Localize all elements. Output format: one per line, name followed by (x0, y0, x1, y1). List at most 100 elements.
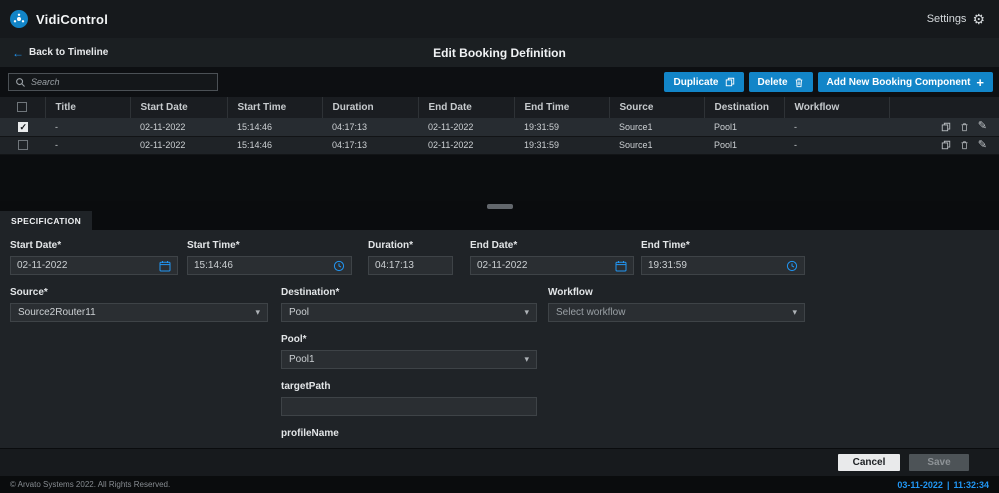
back-to-timeline-link[interactable]: ← Back to Timeline (12, 47, 108, 59)
cell-duration: 04:17:13 (322, 118, 418, 136)
duplicate-label: Duplicate (673, 77, 718, 88)
toolbar: Duplicate Delete Add New Booking Compone… (0, 67, 999, 97)
row-edit-icon[interactable]: ✎ (978, 121, 987, 132)
settings-label: Settings (927, 13, 967, 25)
clock-icon[interactable] (333, 260, 345, 272)
target-path-label: targetPath (281, 381, 537, 393)
table-row[interactable]: - 02-11-2022 15:14:46 04:17:13 02-11-202… (0, 136, 999, 154)
form-actions: Cancel Save (0, 448, 999, 476)
cell-source: Source1 (609, 118, 704, 136)
duplicate-button[interactable]: Duplicate (664, 72, 743, 92)
splitter-handle[interactable] (487, 204, 513, 209)
cell-duration: 04:17:13 (322, 136, 418, 154)
search-input[interactable] (31, 77, 211, 87)
search-box (8, 73, 218, 91)
cell-end-time: 19:31:59 (514, 136, 609, 154)
toolbar-actions: Duplicate Delete Add New Booking Compone… (664, 72, 993, 92)
settings-button[interactable]: Settings ⚙ (927, 12, 985, 26)
target-path-input[interactable] (288, 401, 530, 412)
pool-label: Pool* (281, 334, 537, 346)
start-time-label: Start Time* (187, 240, 352, 252)
table-row[interactable]: - 02-11-2022 15:14:46 04:17:13 02-11-202… (0, 118, 999, 136)
row-trash-icon[interactable] (960, 140, 969, 150)
col-end-date: End Date (418, 97, 514, 118)
plus-icon: + (976, 75, 984, 90)
calendar-icon[interactable] (159, 260, 171, 272)
copyright-text: © Arvato Systems 2022. All Rights Reserv… (10, 480, 170, 489)
app-logo-icon (10, 10, 28, 28)
cell-start-date: 02-11-2022 (130, 118, 227, 136)
gear-icon: ⚙ (972, 12, 985, 26)
copy-icon (725, 77, 735, 87)
end-date-input[interactable] (477, 260, 615, 271)
duration-label: Duration* (368, 240, 453, 252)
delete-button[interactable]: Delete (749, 72, 813, 92)
app-window: VidiControl Settings ⚙ ← Back to Timelin… (0, 0, 999, 493)
chevron-down-icon: ▾ (255, 308, 260, 317)
select-all-checkbox[interactable] (17, 102, 27, 112)
row-checkbox[interactable] (18, 140, 28, 150)
source-value: Source2Router11 (18, 307, 96, 318)
cell-workflow: - (784, 136, 889, 154)
duration-input[interactable] (375, 260, 446, 271)
end-time-input[interactable] (648, 260, 786, 271)
col-start-time: Start Time (227, 97, 322, 118)
cell-destination: Pool1 (704, 118, 784, 136)
start-date-input[interactable] (17, 260, 159, 271)
row-copy-icon[interactable] (941, 140, 951, 150)
table-header-row: Title Start Date Start Time Duration End… (0, 97, 999, 118)
col-source: Source (609, 97, 704, 118)
start-time-input[interactable] (194, 260, 333, 271)
trash-icon (794, 77, 804, 88)
chevron-down-icon: ▾ (524, 355, 529, 364)
destination-label: Destination* (281, 287, 537, 299)
workflow-value: Select workflow (556, 307, 625, 318)
save-button[interactable]: Save (909, 454, 969, 471)
topbar: VidiControl Settings ⚙ (0, 0, 999, 38)
search-icon (15, 77, 26, 88)
calendar-icon[interactable] (615, 260, 627, 272)
cell-title: - (45, 118, 130, 136)
destination-value: Pool (289, 307, 309, 318)
row-edit-icon[interactable]: ✎ (978, 140, 987, 151)
booking-table-area: Title Start Date Start Time Duration End… (0, 97, 999, 201)
delete-label: Delete (758, 77, 788, 88)
pool-dropdown[interactable]: Pool1 ▾ (281, 350, 537, 369)
row-copy-icon[interactable] (941, 122, 951, 132)
workflow-dropdown[interactable]: Select workflow ▾ (548, 303, 805, 322)
footer-time: 11:32:34 (953, 480, 989, 490)
brand: VidiControl (10, 10, 108, 28)
cell-end-time: 19:31:59 (514, 118, 609, 136)
col-destination: Destination (704, 97, 784, 118)
cell-start-time: 15:14:46 (227, 118, 322, 136)
destination-dropdown[interactable]: Pool ▾ (281, 303, 537, 322)
duration-field (368, 256, 453, 275)
source-dropdown[interactable]: Source2Router11 ▾ (10, 303, 268, 322)
add-label: Add New Booking Component (827, 77, 971, 88)
target-path-field (281, 397, 537, 416)
booking-table: Title Start Date Start Time Duration End… (0, 97, 999, 155)
add-new-booking-component-button[interactable]: Add New Booking Component + (818, 72, 993, 92)
tab-specification[interactable]: SPECIFICATION (0, 211, 92, 230)
clock-icon[interactable] (786, 260, 798, 272)
row-checkbox[interactable] (18, 122, 28, 132)
footer: © Arvato Systems 2022. All Rights Reserv… (0, 476, 999, 493)
col-title: Title (45, 97, 130, 118)
pool-value: Pool1 (289, 354, 315, 365)
start-date-label: Start Date* (10, 240, 178, 252)
cell-start-date: 02-11-2022 (130, 136, 227, 154)
cell-source: Source1 (609, 136, 704, 154)
start-time-field (187, 256, 352, 275)
cell-title: - (45, 136, 130, 154)
col-end-time: End Time (514, 97, 609, 118)
footer-separator: | (947, 480, 950, 490)
tab-bar: SPECIFICATION (0, 211, 999, 230)
row-trash-icon[interactable] (960, 122, 969, 132)
chevron-down-icon: ▾ (524, 308, 529, 317)
page-header: ← Back to Timeline Edit Booking Definiti… (0, 38, 999, 67)
page-title: Edit Booking Definition (0, 46, 999, 60)
cancel-button[interactable]: Cancel (838, 454, 900, 471)
footer-datetime: 03-11-2022 | 11:32:34 (897, 480, 989, 490)
splitter (0, 201, 999, 211)
specification-panel: Start Date* Start Time* Duration* (0, 230, 999, 448)
